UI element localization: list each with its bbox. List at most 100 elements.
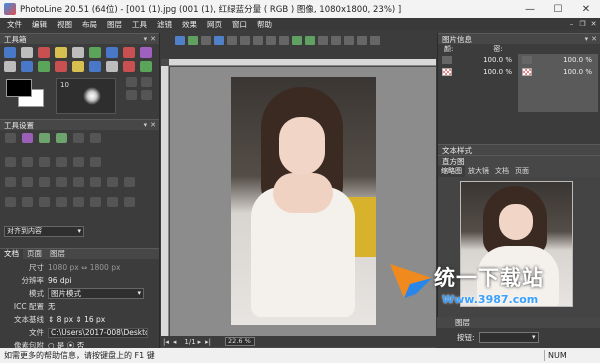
distribute-5-icon[interactable] [73,177,84,187]
histogram-header[interactable]: 直方图 [438,155,600,166]
redo-icon[interactable] [357,35,367,45]
new-icon[interactable] [175,35,185,45]
navigator-thumbnail[interactable] [438,177,600,317]
space-2-icon[interactable] [22,197,33,207]
last-page-nav-icon[interactable]: ▸| [203,338,213,346]
gear-icon[interactable] [90,133,101,143]
menu-effects[interactable]: 效果 [177,19,202,30]
layers-header[interactable]: 图层 [437,317,600,328]
panel-close-icon[interactable]: ✕ [150,35,156,43]
doc-close-icon[interactable]: ✕ [589,19,598,28]
tab-layer[interactable]: 图层 [46,249,69,259]
open-icon[interactable] [188,35,198,45]
align-right-icon[interactable] [39,157,50,167]
panel-close-icon[interactable]: ✕ [591,35,597,43]
prev-page-nav-icon[interactable]: ◂ [171,338,179,346]
web-icon[interactable] [214,35,224,45]
horizontal-scrollbar[interactable]: |◂ ◂ 1/1 ▸ ▸| 22.6 % [161,336,436,347]
sharpen-tool-icon[interactable] [123,61,135,72]
space-5-icon[interactable] [73,197,84,207]
menu-help[interactable]: 帮助 [252,19,277,30]
tab-magnifier[interactable]: 放大镜 [465,166,492,177]
move-tool-icon[interactable] [4,47,16,58]
undo-icon[interactable] [344,35,354,45]
opacity-row[interactable]: 100.0 % [438,54,518,66]
smudge-tool-icon[interactable] [89,61,101,72]
first-page-icon[interactable] [227,35,237,45]
opacity-row[interactable]: 100.0 % [518,66,598,78]
baseline-value[interactable]: ⇕ 8 px ⇕ 16 px [48,315,105,324]
pin-icon[interactable]: ▾ [144,121,148,129]
menu-tools[interactable]: 工具 [127,19,152,30]
menu-layer[interactable]: 图层 [102,19,127,30]
opacity-row[interactable]: 100.0 % [518,54,598,66]
space-4-icon[interactable] [56,197,67,207]
tab-thumbnail[interactable]: 缩略图 [438,166,465,177]
pin-icon[interactable]: ▾ [144,35,148,43]
lock-icon[interactable] [370,35,380,45]
swap-colors-icon[interactable] [126,77,137,87]
brush-mode-icon[interactable] [141,90,152,100]
menu-filter[interactable]: 滤镜 [152,19,177,30]
ellipse-tool-icon[interactable] [55,47,67,58]
distribute-7-icon[interactable] [107,177,118,187]
align-left-icon[interactable] [5,157,16,167]
opacity-row[interactable]: 100.0 % [438,66,518,78]
brush-options-icon[interactable] [126,90,137,100]
space-1-icon[interactable] [5,197,16,207]
first-page-nav-icon[interactable]: |◂ [161,338,171,346]
copy-icon[interactable] [292,35,302,45]
menu-web[interactable]: 网页 [202,19,227,30]
pen-tool-icon[interactable] [140,47,152,58]
paste-icon[interactable] [305,35,315,45]
align-bottom-icon[interactable] [90,157,101,167]
fill-tool-icon[interactable] [72,61,84,72]
foreground-color-swatch[interactable] [6,79,32,97]
menu-layout[interactable]: 布局 [77,19,102,30]
settings-icon-2[interactable] [22,133,33,143]
tab-document[interactable]: 文档 [0,249,23,259]
brush-tool-icon[interactable] [123,47,135,58]
close-button[interactable]: ✕ [572,0,600,18]
thumbnail-image[interactable] [460,181,573,307]
align-middle-icon[interactable] [73,157,84,167]
minimize-button[interactable]: — [516,0,544,18]
resolution-value[interactable]: 96 dpi [48,276,72,285]
save-icon[interactable] [201,35,211,45]
crop-tool-icon[interactable] [89,47,101,58]
mode-select[interactable]: 图片模式 [48,288,144,299]
gradient-tool-icon[interactable] [38,61,50,72]
distribute-3-icon[interactable] [39,177,50,187]
magic-wand-icon[interactable] [21,61,33,72]
menu-view[interactable]: 视图 [52,19,77,30]
reset-colors-icon[interactable] [141,77,152,87]
zoom-field[interactable]: 22.6 % [225,337,256,346]
space-6-icon[interactable] [90,197,101,207]
lasso-tool-icon[interactable] [4,61,16,72]
canvas[interactable] [170,67,436,336]
file-path-field[interactable]: C:\Users\2017-008\Desktop\ [48,327,148,338]
prev-page-icon[interactable] [240,35,250,45]
last-page-icon[interactable] [266,35,276,45]
align-top-icon[interactable] [56,157,67,167]
tab-page[interactable]: 页面 [23,249,46,259]
select-tool-icon[interactable] [21,47,33,58]
layer-mode-select[interactable] [478,332,539,343]
distribute-4-icon[interactable] [56,177,67,187]
text-style-header[interactable]: 文本样式 [438,144,600,155]
menu-edit[interactable]: 编辑 [27,19,52,30]
settings-icon-1[interactable] [5,133,16,143]
menu-window[interactable]: 窗口 [227,19,252,30]
align-center-icon[interactable] [22,157,33,167]
next-page-icon[interactable] [253,35,263,45]
tab-document-nav[interactable]: 文档 [492,166,512,177]
icc-value[interactable]: 无 [48,301,56,312]
menu-file[interactable]: 文件 [2,19,27,30]
next-page-nav-icon[interactable]: ▸ [196,338,204,346]
eraser-tool-icon[interactable] [106,61,118,72]
eyedropper-tool-icon[interactable] [106,47,118,58]
document-image[interactable] [231,77,376,325]
distribute-8-icon[interactable] [124,177,135,187]
distribute-6-icon[interactable] [90,177,101,187]
doc-minimize-icon[interactable]: – [567,19,576,28]
